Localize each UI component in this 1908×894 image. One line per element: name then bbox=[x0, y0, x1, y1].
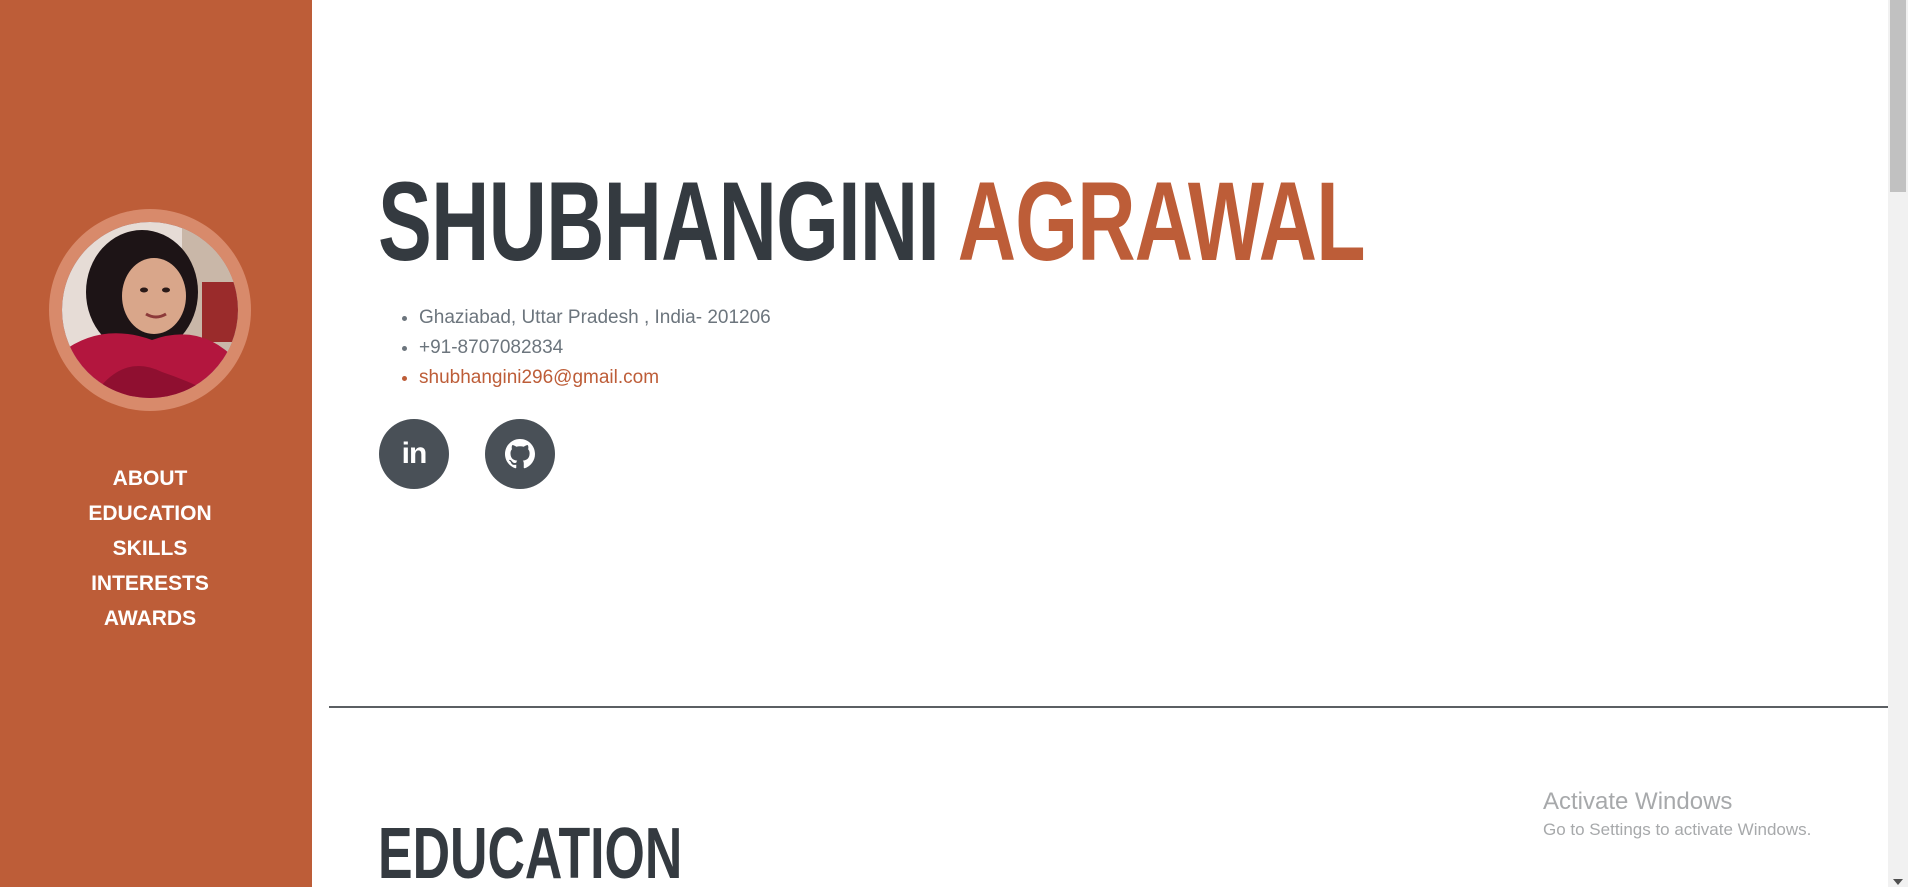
page-title: SHUBHANGINI AGRAWAL bbox=[378, 159, 1366, 284]
nav-item-interests[interactable]: INTERESTS bbox=[0, 566, 300, 601]
avatar-ring bbox=[49, 209, 251, 411]
first-name: SHUBHANGINI bbox=[378, 159, 940, 284]
nav-item-skills[interactable]: SKILLS bbox=[0, 531, 300, 566]
linkedin-icon: in bbox=[401, 437, 428, 470]
nav-item-about[interactable]: ABOUT bbox=[0, 461, 300, 496]
activate-windows-watermark: Activate Windows Go to Settings to activ… bbox=[1543, 787, 1811, 841]
last-name: AGRAWAL bbox=[957, 159, 1366, 284]
sidebar: ABOUT EDUCATION SKILLS INTERESTS AWARDS bbox=[0, 0, 312, 887]
sidebar-nav: ABOUT EDUCATION SKILLS INTERESTS AWARDS bbox=[0, 461, 300, 636]
avatar bbox=[62, 222, 238, 398]
contact-email-link[interactable]: shubhangini296@gmail.com bbox=[419, 363, 771, 393]
nav-item-education[interactable]: EDUCATION bbox=[0, 496, 300, 531]
nav-item-awards[interactable]: AWARDS bbox=[0, 601, 300, 636]
github-button[interactable] bbox=[485, 419, 555, 489]
avatar-photo bbox=[62, 222, 238, 398]
contact-address: Ghaziabad, Uttar Pradesh , India- 201206 bbox=[419, 303, 771, 333]
section-divider bbox=[329, 706, 1888, 708]
education-heading: EDUCATION bbox=[378, 814, 683, 894]
watermark-title: Activate Windows bbox=[1543, 788, 1733, 815]
scroll-down-arrow-icon[interactable] bbox=[1893, 879, 1903, 885]
scrollbar-thumb[interactable] bbox=[1890, 0, 1906, 192]
watermark-subtitle: Go to Settings to activate Windows. bbox=[1543, 820, 1812, 839]
social-links: in bbox=[379, 419, 555, 489]
contact-list: Ghaziabad, Uttar Pradesh , India- 201206… bbox=[379, 303, 771, 393]
vertical-scrollbar[interactable] bbox=[1888, 0, 1908, 887]
github-icon bbox=[505, 439, 535, 469]
contact-phone: +91-8707082834 bbox=[419, 333, 771, 363]
linkedin-button[interactable]: in bbox=[379, 419, 449, 489]
